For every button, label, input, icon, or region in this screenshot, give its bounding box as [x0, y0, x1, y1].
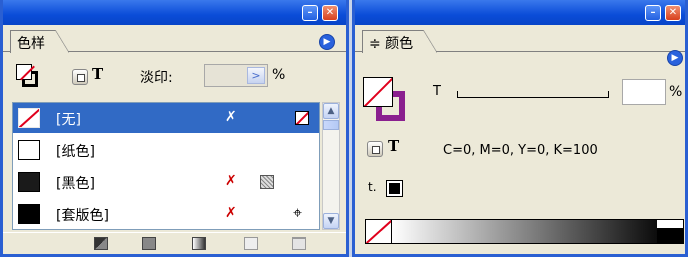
black-chip-icon [389, 183, 400, 194]
swatch-name: [套版色] [56, 208, 109, 224]
tint-label: 淡印: [140, 70, 173, 86]
close-button[interactable]: ✕ [665, 5, 681, 21]
show-color-swatches-icon[interactable] [142, 237, 156, 250]
swatch-row-none[interactable]: [无] ✗ [13, 103, 319, 133]
tint-unit: % [669, 84, 683, 100]
swatch-row-black[interactable]: [黑色] ✗ [13, 167, 319, 197]
swatch-list: [无] ✗ [纸色] [黑色] ✗ [套版色] ✗ ⌖ [12, 102, 320, 230]
color-ramp[interactable] [365, 219, 684, 244]
cmyk-process-icon [260, 175, 274, 189]
tab-swatches[interactable]: 色样 [10, 30, 69, 53]
swatches-bottom-bar [3, 232, 346, 254]
swatches-title-bar[interactable]: – ✕ [3, 0, 346, 25]
fill-color-box[interactable] [363, 77, 393, 107]
show-gradient-swatches-icon[interactable] [192, 237, 206, 250]
black-swatch-chip [18, 172, 40, 192]
scroll-down-arrow-icon[interactable]: ▼ [323, 213, 339, 229]
text-format-icon[interactable]: T [92, 65, 103, 83]
swatch-name: [黑色] [56, 176, 95, 192]
registration-target-icon: ⌖ [293, 203, 303, 222]
fill-box-icon [16, 64, 35, 81]
color-title-bar[interactable]: – ✕ [355, 0, 685, 25]
ramp-white-swatch[interactable] [657, 220, 683, 228]
tint-input[interactable]: > [204, 64, 268, 87]
apply-black-button[interactable] [386, 180, 403, 197]
close-button[interactable]: ✕ [322, 5, 338, 21]
non-editable-icon: ✗ [225, 109, 237, 125]
show-all-swatches-icon[interactable] [94, 237, 108, 250]
tint-value-field[interactable] [622, 79, 666, 105]
container-format-icon[interactable] [367, 141, 383, 157]
panel-menu-button[interactable]: ▶ [667, 50, 683, 66]
swatches-tab-row: 色样 ▶ [3, 25, 346, 53]
text-format-icon[interactable]: T [388, 137, 399, 155]
fill-stroke-preview[interactable] [363, 77, 405, 121]
swatch-row-registration[interactable]: [套版色] ✗ ⌖ [13, 199, 319, 229]
swatches-panel-window: – ✕ 色样 ▶ T 淡印: > % [无] ✗ [纸色] [黑色] ✗ [套版… [0, 0, 349, 257]
swatch-row-paper[interactable]: [纸色] [13, 135, 319, 165]
new-swatch-icon[interactable] [244, 237, 258, 250]
paper-swatch-chip [18, 140, 40, 160]
cmyk-readout: C=0, M=0, Y=0, K=100 [443, 143, 598, 158]
non-editable-icon: ✗ [225, 173, 237, 189]
minimize-button[interactable]: – [302, 5, 318, 21]
delete-swatch-icon[interactable] [292, 237, 306, 250]
color-tab-row: ≑ 颜色 ▶ [355, 25, 685, 66]
ramp-black-swatch[interactable] [657, 228, 683, 243]
tint-slider[interactable] [457, 91, 609, 99]
panel-menu-button[interactable]: ▶ [319, 34, 335, 50]
container-format-icon[interactable] [72, 69, 88, 85]
minimize-button[interactable]: – [645, 5, 661, 21]
fill-stroke-icon[interactable] [16, 64, 40, 88]
swatch-name: [无] [56, 112, 81, 128]
non-editable-icon: ✗ [225, 205, 237, 221]
registration-swatch-chip [18, 204, 40, 224]
toggle-label: t. [368, 180, 377, 194]
tab-color[interactable]: ≑ 颜色 [362, 30, 438, 53]
ramp-none-icon[interactable] [366, 220, 392, 243]
swatch-name: [纸色] [56, 144, 95, 160]
scroll-thumb[interactable] [323, 120, 339, 130]
scroll-up-arrow-icon[interactable]: ▲ [323, 103, 339, 119]
tint-dropdown-arrow-icon[interactable]: > [247, 67, 265, 84]
swatch-list-scrollbar[interactable]: ▲ ▼ [322, 102, 340, 230]
tint-unit: % [272, 67, 286, 83]
none-color-icon [295, 111, 309, 125]
none-swatch-chip [18, 108, 40, 128]
tint-slider-label: T [433, 84, 441, 99]
